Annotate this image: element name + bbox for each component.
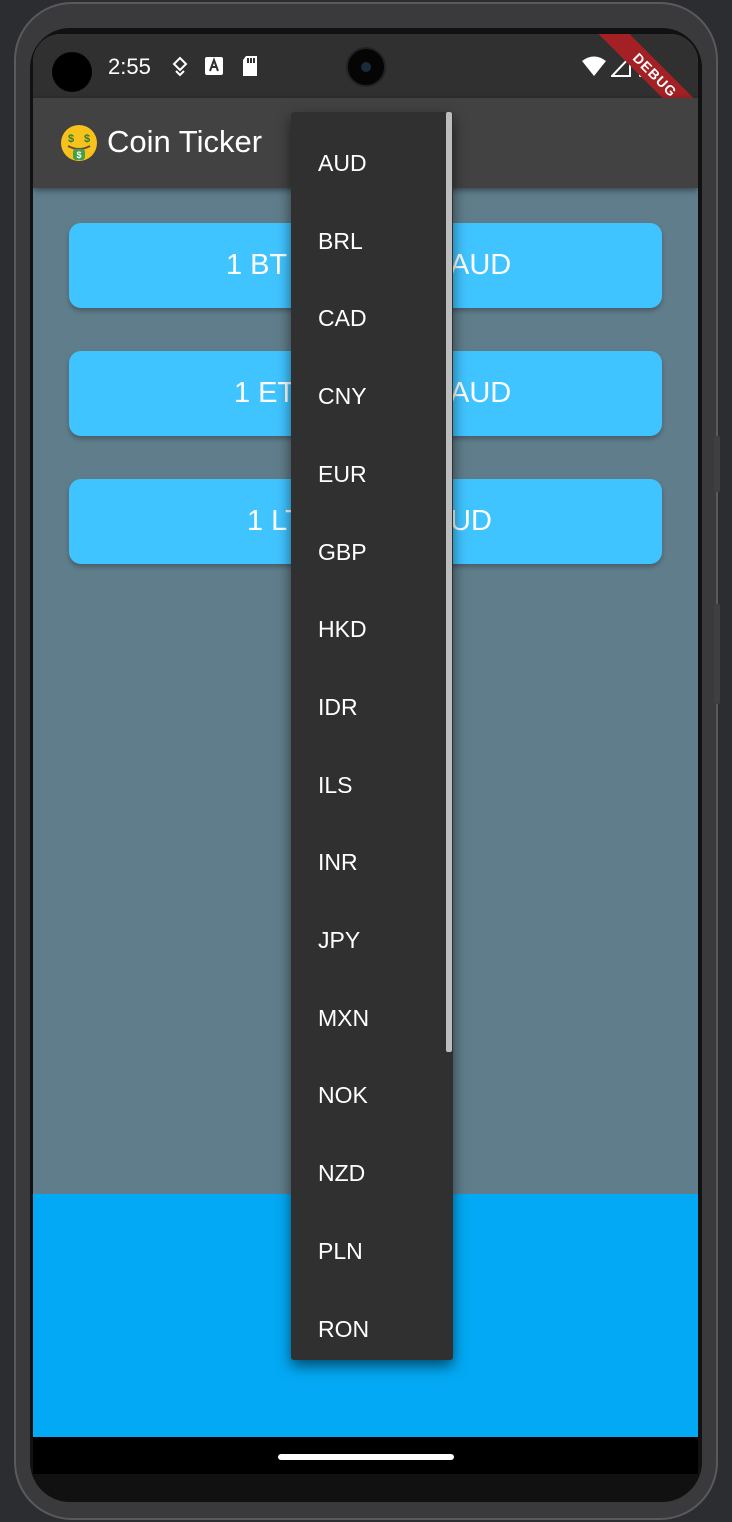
volume-button bbox=[714, 436, 720, 492]
power-button bbox=[714, 604, 720, 704]
dropdown-item-mxn[interactable]: MXN bbox=[318, 998, 369, 1038]
btc-rate-text-left: 1 BT bbox=[226, 249, 288, 281]
btc-rate-text-right: AUD bbox=[450, 249, 512, 281]
dropdown-item-eur[interactable]: EUR bbox=[318, 454, 367, 494]
location-diamond-icon bbox=[172, 56, 188, 77]
dropdown-item-jpy[interactable]: JPY bbox=[318, 920, 360, 960]
dropdown-item-nzd[interactable]: NZD bbox=[318, 1153, 365, 1193]
dropdown-item-aud[interactable]: AUD bbox=[318, 143, 367, 183]
dropdown-item-nok[interactable]: NOK bbox=[318, 1075, 368, 1115]
scrollbar[interactable] bbox=[446, 112, 452, 1052]
font-a-icon bbox=[205, 57, 223, 75]
punch-hole-camera bbox=[52, 52, 92, 92]
dropdown-item-inr[interactable]: INR bbox=[318, 842, 358, 882]
eth-rate-text-left: 1 ET bbox=[234, 377, 296, 409]
ltc-rate-text-right: UD bbox=[450, 505, 492, 537]
home-gesture-handle[interactable] bbox=[278, 1454, 454, 1460]
svg-text:$: $ bbox=[68, 133, 74, 145]
dropdown-item-idr[interactable]: IDR bbox=[318, 687, 358, 727]
svg-text:$: $ bbox=[84, 133, 90, 145]
status-time: 2:55 bbox=[108, 54, 151, 79]
dropdown-item-hkd[interactable]: HKD bbox=[318, 609, 367, 649]
dropdown-item-ron[interactable]: RON bbox=[318, 1309, 369, 1349]
dropdown-item-cad[interactable]: CAD bbox=[318, 298, 367, 338]
svg-text:$: $ bbox=[76, 150, 81, 160]
wifi-icon bbox=[582, 56, 606, 76]
dropdown-item-brl[interactable]: BRL bbox=[318, 221, 363, 261]
eth-rate-text-right: AUD bbox=[450, 377, 512, 409]
page-title: Coin Ticker bbox=[107, 124, 263, 159]
front-camera bbox=[346, 47, 386, 87]
status-bar: 2:55 DEBUG bbox=[33, 34, 698, 143]
currency-dropdown-menu: AUD BRL CAD CNY EUR GBP HKD IDR ILS INR JPY MXN NOK N… bbox=[291, 112, 453, 1360]
dropdown-item-ils[interactable]: ILS bbox=[318, 765, 353, 805]
dropdown-item-pln[interactable]: PLN bbox=[318, 1231, 363, 1271]
dropdown-item-cny[interactable]: CNY bbox=[318, 376, 367, 416]
sd-card-icon bbox=[243, 56, 257, 76]
money-mouth-face-icon: $ $ $ bbox=[61, 125, 97, 161]
dropdown-item-gbp[interactable]: GBP bbox=[318, 532, 367, 572]
navigation-bar bbox=[33, 1437, 698, 1474]
